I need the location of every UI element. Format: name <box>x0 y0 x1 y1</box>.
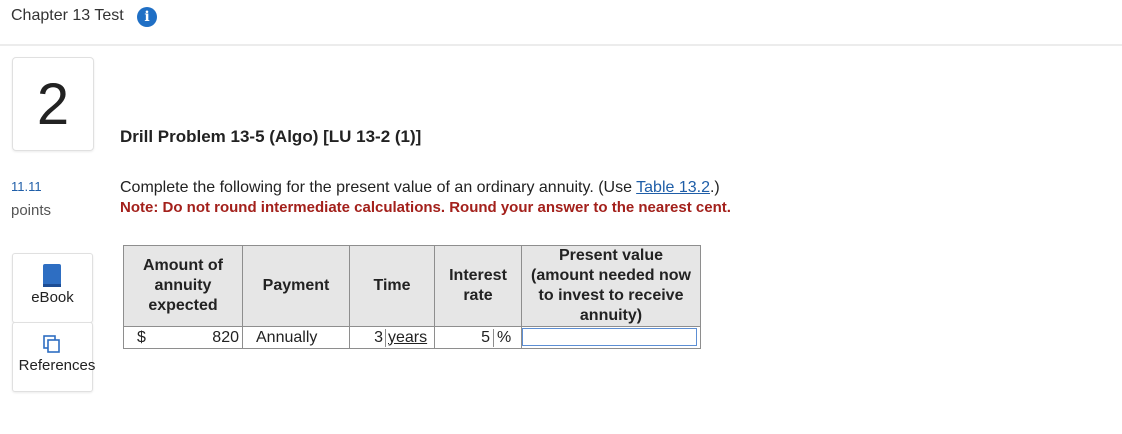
time-value: 3 <box>350 328 386 347</box>
rounding-note: Note: Do not round intermediate calculat… <box>120 199 731 216</box>
top-bar: Chapter 13 Test i <box>0 0 1122 46</box>
question-number: 2 <box>12 57 94 151</box>
currency-symbol: $ <box>137 328 146 346</box>
header-present-value: Present value (amount needed now to inve… <box>521 245 701 327</box>
instructions-end: .) <box>709 179 720 196</box>
table-link[interactable]: Table 13.2 <box>636 179 710 196</box>
points-label: points <box>11 202 52 219</box>
header-time: Time <box>349 245 435 327</box>
annuity-table: Amount of annuity expected Payment Time … <box>123 245 701 349</box>
present-value-cell <box>521 326 701 349</box>
instructions: Complete the following for the present v… <box>120 179 720 197</box>
header-rate: Interest rate <box>434 245 522 327</box>
references-label: References <box>18 357 96 374</box>
header-amount: Amount of annuity expected <box>123 245 243 327</box>
points-value: 11.11 <box>11 179 42 194</box>
rate-unit: % <box>497 328 512 346</box>
rate-value: 5 <box>435 328 494 347</box>
header-payment: Payment <box>242 245 350 327</box>
ebook-button[interactable]: eBook <box>12 253 93 323</box>
table-row: $ 820 Annually 3 years 5% <box>123 326 701 349</box>
book-icon <box>43 264 61 287</box>
info-icon[interactable]: i <box>137 7 157 27</box>
problem-title: Drill Problem 13-5 (Algo) [LU 13-2 (1)] <box>120 127 422 146</box>
rate-cell: 5% <box>434 326 522 349</box>
amount-value: 820 <box>212 328 239 346</box>
instructions-text: Complete the following for the present v… <box>120 179 637 196</box>
ebook-label: eBook <box>31 289 74 306</box>
payment-cell: Annually <box>242 326 350 349</box>
references-button[interactable]: References <box>12 322 95 392</box>
copy-icon <box>43 335 60 353</box>
amount-cell: $ 820 <box>123 326 243 349</box>
time-unit: years <box>388 328 428 346</box>
page-title: Chapter 13 Test <box>11 7 124 24</box>
time-cell: 3 years <box>349 326 435 349</box>
present-value-input[interactable] <box>522 328 697 347</box>
